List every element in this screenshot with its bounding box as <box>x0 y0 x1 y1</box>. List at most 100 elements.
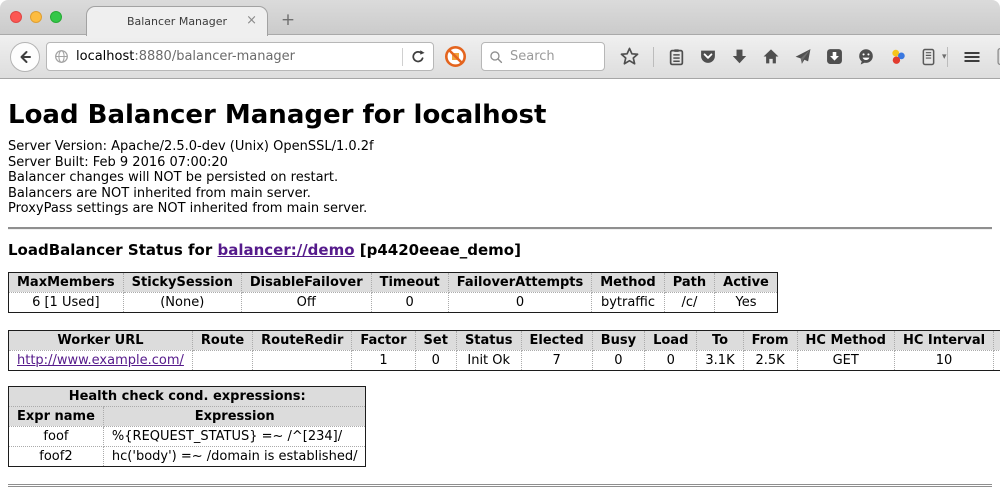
search-icon <box>489 50 503 64</box>
column-header: Expression <box>103 406 366 426</box>
table-header-row: Worker URL Route RouteRedir Factor Set S… <box>9 330 1000 350</box>
tab-title: Balancer Manager <box>127 15 227 28</box>
hc-interval-value: 10 <box>894 350 993 370</box>
bookmark-star-icon[interactable] <box>620 47 639 66</box>
expression-value: %{REQUEST_STATUS} =~ /^[234]/ <box>103 426 366 446</box>
url-text: localhost:8880/balancer-manager <box>76 49 295 64</box>
url-path: :8880/balancer-manager <box>134 49 295 64</box>
health-table-title: Health check cond. expressions: <box>9 386 366 406</box>
send-tab-icon[interactable] <box>794 48 812 65</box>
home-icon[interactable] <box>762 48 780 65</box>
method-value: bytraffic <box>592 292 664 312</box>
column-header: FailoverAttempts <box>448 272 592 292</box>
balancer-status-heading: LoadBalancer Status for balancer://demo … <box>8 241 992 259</box>
stickysession-value: (None) <box>123 292 241 312</box>
column-header: Timeout <box>371 272 448 292</box>
column-header: RouteRedir <box>253 330 352 350</box>
expr-name-value: foof2 <box>9 446 104 466</box>
reload-icon[interactable] <box>410 49 426 65</box>
failoverattempts-value: 0 <box>448 292 592 312</box>
new-tab-button[interactable]: + <box>276 10 300 32</box>
server-built-line: Server Built: Feb 9 2016 07:00:20 <box>8 155 992 171</box>
expression-value: hc('body') =~ /domain is established/ <box>103 446 366 466</box>
column-header: Factor <box>352 330 415 350</box>
balancers-warning-line: Balancers are NOT inherited from main se… <box>8 186 992 202</box>
persist-warning-line: Balancer changes will NOT be persisted o… <box>8 170 992 186</box>
tab-bar: Balancer Manager × + <box>0 0 1000 35</box>
table-row: 6 [1 Used] (None) Off 0 0 bytraffic /c/ … <box>9 292 778 312</box>
divider <box>8 227 992 230</box>
column-header: Active <box>715 272 778 292</box>
to-value: 3.1K <box>697 350 743 370</box>
column-header: Method <box>592 272 664 292</box>
worker-status-table: Worker URL Route RouteRedir Factor Set S… <box>8 330 1000 371</box>
tab-balancer-manager[interactable]: Balancer Manager × <box>86 6 268 36</box>
routeredir-value <box>253 350 352 370</box>
column-header: Busy <box>592 330 644 350</box>
back-button[interactable] <box>10 42 40 72</box>
tab-groups-grid-icon[interactable] <box>996 47 1000 66</box>
column-header: HC Method <box>797 330 894 350</box>
close-window-button[interactable] <box>10 11 22 23</box>
balancer-demo-link[interactable]: balancer://demo <box>217 241 354 259</box>
server-version-line: Server Version: Apache/2.5.0-dev (Unix) … <box>8 139 992 155</box>
reading-list-icon[interactable] <box>668 48 685 66</box>
back-arrow-icon <box>17 49 33 65</box>
zoom-window-button[interactable] <box>50 11 62 23</box>
toolbar-divider <box>947 47 948 67</box>
minimize-window-button[interactable] <box>30 11 42 23</box>
set-value: 0 <box>415 350 456 370</box>
urlbar-divider <box>402 48 403 66</box>
feedback-smiley-icon[interactable] <box>857 48 875 65</box>
worker-url-cell: http://www.example.com/ <box>9 350 193 370</box>
container-extension-icon[interactable] <box>921 48 936 66</box>
save-page-icon[interactable] <box>826 48 843 65</box>
navigation-toolbar: localhost:8880/balancer-manager <box>0 35 1000 79</box>
balancer-settings-table: MaxMembers StickySession DisableFailover… <box>8 272 778 313</box>
health-check-table: Health check cond. expressions: Expr nam… <box>8 386 366 467</box>
plugin-blocked-icon[interactable] <box>444 45 467 68</box>
active-value: Yes <box>715 292 778 312</box>
column-header: StickySession <box>123 272 241 292</box>
table-header-row: Expr name Expression <box>9 406 366 426</box>
page-content: Load Balancer Manager for localhost Serv… <box>0 100 1000 487</box>
expr-name-value: foof <box>9 426 104 446</box>
busy-value: 0 <box>592 350 644 370</box>
search-input[interactable] <box>508 48 588 65</box>
colored-dots-extension-icon[interactable] <box>889 48 907 66</box>
table-row: http://www.example.com/ 1 0 Init Ok 7 0 … <box>9 350 1000 370</box>
table-row: foof %{REQUEST_STATUS} =~ /^[234]/ <box>9 426 366 446</box>
column-header: MaxMembers <box>9 272 124 292</box>
timeout-value: 0 <box>371 292 448 312</box>
route-value <box>192 350 252 370</box>
url-host: localhost <box>76 49 134 64</box>
search-bar[interactable] <box>481 42 605 71</box>
passes-value: 1 (0) <box>994 350 1000 370</box>
tab-close-icon[interactable]: × <box>246 14 257 27</box>
status-suffix: [p4420eeae_demo] <box>355 241 521 259</box>
page-title: Load Balancer Manager for localhost <box>8 100 992 130</box>
elected-value: 7 <box>521 350 592 370</box>
column-header: Path <box>664 272 714 292</box>
path-value: /c/ <box>664 292 714 312</box>
column-header: HC Interval <box>894 330 993 350</box>
hc-method-value: GET <box>797 350 894 370</box>
table-title-row: Health check cond. expressions: <box>9 386 366 406</box>
toolbar-divider <box>653 47 654 67</box>
column-header: Worker URL <box>9 330 193 350</box>
worker-url-link[interactable]: http://www.example.com/ <box>17 353 184 368</box>
status-value: Init Ok <box>456 350 521 370</box>
menu-hamburger-icon[interactable] <box>962 49 982 65</box>
column-header: Status <box>456 330 521 350</box>
proxypass-warning-line: ProxyPass settings are NOT inherited fro… <box>8 201 992 217</box>
column-header: Load <box>645 330 697 350</box>
table-header-row: MaxMembers StickySession DisableFailover… <box>9 272 778 292</box>
url-bar[interactable]: localhost:8880/balancer-manager <box>46 42 434 71</box>
bottom-divider <box>8 484 992 487</box>
downloads-icon[interactable] <box>731 48 748 65</box>
column-header: Set <box>415 330 456 350</box>
pocket-icon[interactable] <box>699 48 717 65</box>
table-row: foof2 hc('body') =~ /domain is establish… <box>9 446 366 466</box>
column-header: DisableFailover <box>241 272 371 292</box>
disablefailover-value: Off <box>241 292 371 312</box>
